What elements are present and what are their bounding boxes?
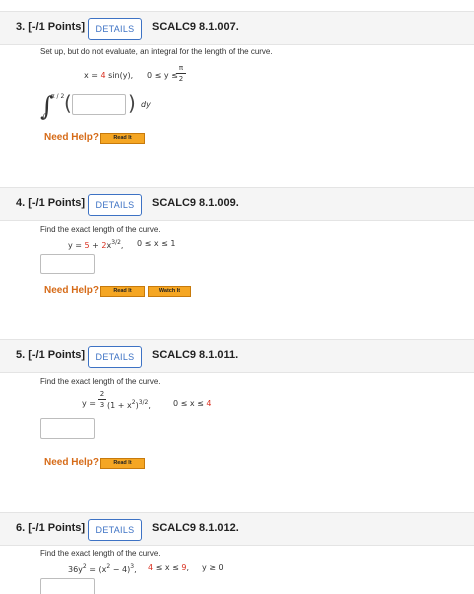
question-5-header: 5. [-/1 Points] DETAILS SCALC9 8.1.011. <box>0 339 474 373</box>
question-5-code: SCALC9 8.1.011. <box>152 349 239 361</box>
question-3-need-help: Need Help? <box>44 132 100 143</box>
question-6-equation: 36y2 = (x2 − 4)3, <box>68 563 137 574</box>
question-3-number: 3. [-/1 Points] <box>16 21 86 33</box>
question-4-number: 4. [-/1 Points] <box>16 197 86 209</box>
question-3-read-it-button[interactable]: Read It <box>100 133 145 144</box>
question-6-range: 4 ≤ x ≤ 9, <box>148 563 190 572</box>
question-6-prompt: Find the exact length of the curve. <box>40 549 161 558</box>
question-3-code: SCALC9 8.1.007. <box>152 21 239 33</box>
close-paren: ) <box>128 91 136 115</box>
question-4-range: 0 ≤ x ≤ 1 <box>137 239 176 248</box>
question-5-answer-input[interactable] <box>40 418 95 439</box>
question-5-number: 5. [-/1 Points] <box>16 349 86 361</box>
question-6-number: 6. [-/1 Points] <box>16 522 86 534</box>
question-5-prompt: Find the exact length of the curve. <box>40 377 161 386</box>
question-4-watch-it-button[interactable]: Watch It <box>148 286 191 297</box>
question-6-header: 6. [-/1 Points] DETAILS SCALC9 8.1.012. <box>0 512 474 546</box>
question-4-read-it-button[interactable]: Read It <box>100 286 145 297</box>
question-6-code: SCALC9 8.1.012. <box>152 522 239 534</box>
question-5-fraction: 2 3 <box>98 390 106 409</box>
question-4-need-help: Need Help? <box>44 285 100 296</box>
question-4-answer-input[interactable] <box>40 254 95 274</box>
question-4-header: 4. [-/1 Points] DETAILS SCALC9 8.1.009. <box>0 187 474 221</box>
question-4-equation: y = 5 + 2x3/2, <box>68 239 124 250</box>
question-4-prompt: Find the exact length of the curve. <box>40 225 161 234</box>
question-3-equation: x = 4 sin(y), <box>84 71 134 80</box>
question-5-equation-lhs: y = <box>82 399 96 408</box>
question-3-header: 3. [-/1 Points] DETAILS SCALC9 8.1.007. <box>0 11 474 45</box>
question-6-condition: y ≥ 0 <box>202 563 224 572</box>
question-3-dy: dy <box>141 100 151 109</box>
question-3-details-button[interactable]: DETAILS <box>88 18 142 40</box>
question-3-range-fraction: π 2 <box>176 64 186 83</box>
question-5-details-button[interactable]: DETAILS <box>88 346 142 368</box>
question-6-details-button[interactable]: DETAILS <box>88 519 142 541</box>
question-5-need-help: Need Help? <box>44 457 100 468</box>
integral-lower-limit: 0 <box>43 113 47 120</box>
question-3-range: 0 ≤ y ≤ <box>147 71 178 80</box>
question-5-equation: (1 + x2)3/2, <box>107 399 151 410</box>
question-4-code: SCALC9 8.1.009. <box>152 197 239 209</box>
question-5-read-it-button[interactable]: Read It <box>100 458 145 469</box>
open-paren: ( <box>64 91 72 115</box>
question-3-prompt: Set up, but do not evaluate, an integral… <box>40 47 273 56</box>
question-6-answer-input[interactable] <box>40 578 95 594</box>
question-5-range: 0 ≤ x ≤ 4 <box>173 399 212 408</box>
integral-upper-limit: π / 2 <box>51 93 65 100</box>
question-3-answer-input[interactable] <box>72 94 126 115</box>
question-4-details-button[interactable]: DETAILS <box>88 194 142 216</box>
